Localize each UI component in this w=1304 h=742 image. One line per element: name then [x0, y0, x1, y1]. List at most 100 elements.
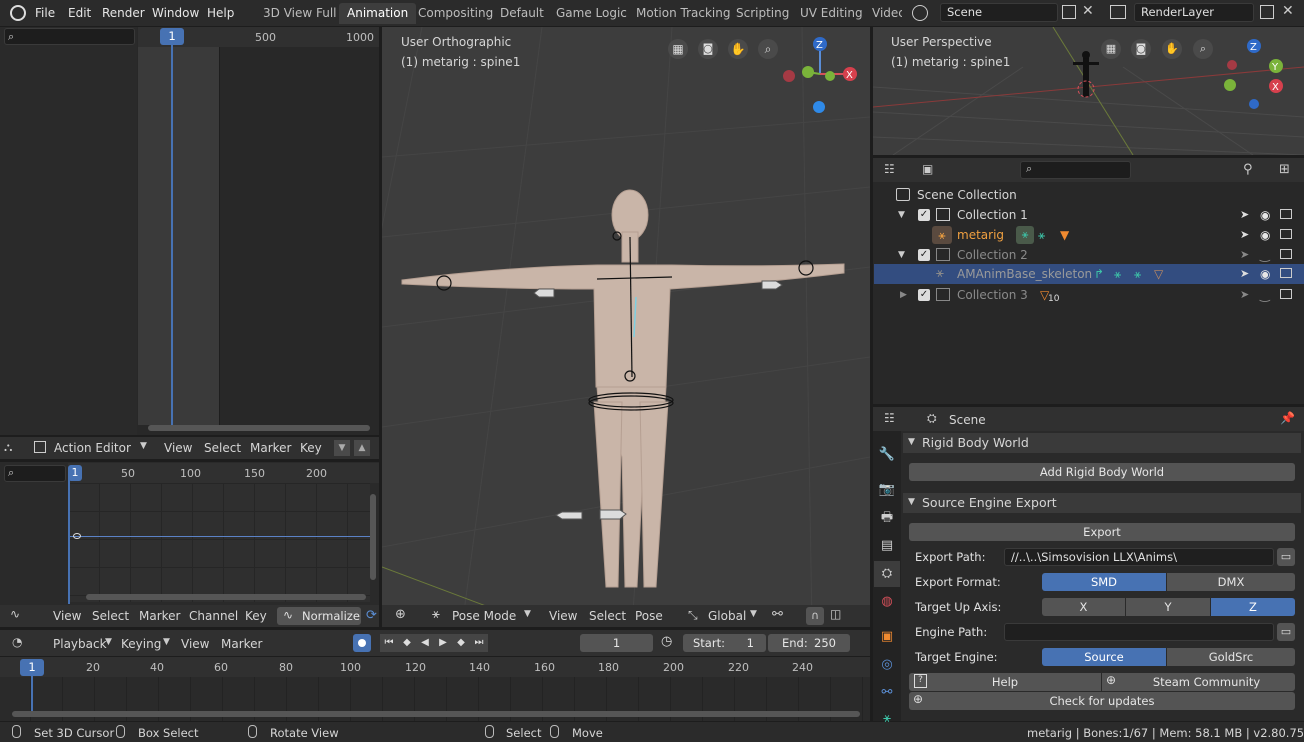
render-layer-selector[interactable]: RenderLayer [1134, 3, 1254, 22]
new-collection-icon[interactable]: ⊞ [1279, 162, 1290, 177]
camera-icon[interactable]: ◙ [1131, 39, 1151, 59]
current-frame-field[interactable]: 1 [580, 634, 653, 652]
graph-h-scrollbar[interactable] [86, 594, 366, 600]
action-editor-mode-select[interactable]: Action Editor [54, 441, 131, 455]
render-monitor-icon[interactable] [1280, 249, 1292, 259]
engine-path-input[interactable] [1004, 623, 1274, 641]
orientation-select[interactable]: Global [708, 609, 746, 623]
editor-type-3d-icon[interactable]: ⊕ [395, 607, 406, 622]
render-monitor-icon[interactable] [1280, 268, 1292, 278]
add-rigid-body-world-button[interactable]: Add Rigid Body World [909, 463, 1295, 481]
outliner-search-input[interactable] [1020, 161, 1131, 179]
outliner-row-metarig[interactable]: ⚹ metarig ⚹ ⚹ ▼ ➤ ◉ [874, 225, 1304, 245]
menu-help[interactable]: Help [207, 3, 234, 23]
prev-key-icon[interactable]: ◆ [398, 634, 416, 652]
eye-icon[interactable]: ◉ [1260, 264, 1270, 284]
mode-select[interactable]: Pose Mode [452, 609, 516, 623]
eye-icon[interactable]: ◉ [1260, 205, 1270, 225]
engine-source-button[interactable]: Source [1042, 648, 1166, 666]
checkbox-icon[interactable]: ✓ [918, 209, 930, 221]
expand-arrow-icon[interactable]: ▼ [898, 205, 905, 225]
export-button[interactable]: Export [909, 523, 1295, 541]
tab-default[interactable]: Default [492, 3, 552, 24]
eye-closed-icon[interactable]: ‿ [1260, 285, 1270, 305]
playhead-line[interactable] [31, 676, 33, 716]
expand-arrow-icon[interactable]: ▶ [900, 285, 907, 305]
tab-game-logic[interactable]: Game Logic [548, 3, 635, 24]
expand-arrow-icon[interactable]: ▼ [898, 245, 905, 265]
timeline-menu-view[interactable]: View [181, 637, 209, 651]
graph-menu-view[interactable]: View [53, 609, 81, 623]
delete-layer-icon[interactable]: ✕ [1282, 3, 1294, 19]
play-reverse-icon[interactable]: ◀ [416, 634, 434, 652]
record-button[interactable] [353, 634, 371, 652]
start-frame-field[interactable]: Start: 1 [683, 634, 766, 652]
timeline-frame-badge[interactable]: 1 [20, 659, 44, 676]
tab-scripting[interactable]: Scripting [728, 3, 797, 24]
keyframe-point[interactable] [73, 533, 81, 539]
outliner-row-collection-2[interactable]: ▼ ✓ Collection 2 ➤ ‿ [874, 245, 1304, 265]
current-frame-badge[interactable]: 1 [160, 28, 184, 45]
proportional-edit-icon[interactable]: ◫ [830, 607, 841, 621]
graph-frame-badge[interactable]: 1 [68, 465, 82, 481]
timeline-scrollbar[interactable] [12, 711, 860, 717]
timeline-menu-keying[interactable]: Keying [121, 637, 161, 651]
main-viewport[interactable] [382, 27, 870, 627]
arrow-up-icon[interactable]: ▲ [354, 440, 370, 456]
action-menu-select[interactable]: Select [204, 441, 241, 455]
tab-3d-view-full[interactable]: 3D View Full [255, 3, 345, 24]
channel-search-input[interactable] [4, 28, 135, 45]
grid-toggle-icon[interactable]: ▦ [1101, 39, 1121, 59]
folder-icon[interactable]: ▭ [1277, 548, 1295, 566]
properties-type-icon[interactable]: ☷ [884, 411, 895, 425]
render-monitor-icon[interactable] [1280, 289, 1292, 299]
render-monitor-icon[interactable] [1280, 209, 1292, 219]
tab-uv-editing[interactable]: UV Editing [792, 3, 871, 24]
outliner-row-collection-1[interactable]: ▼ ✓ Collection 1 ➤ ◉ [874, 205, 1304, 225]
view-layer-tab-icon[interactable]: ▤ [874, 533, 900, 559]
select-arrow-icon[interactable]: ➤ [1240, 264, 1249, 284]
steam-community-button[interactable]: Steam Community [1102, 673, 1295, 691]
jump-start-icon[interactable]: ⏮ [380, 634, 398, 652]
action-menu-key[interactable]: Key [300, 441, 322, 455]
blender-logo-icon[interactable] [10, 5, 26, 21]
checkbox-icon[interactable]: ✓ [918, 249, 930, 261]
editor-type-icon[interactable]: ⛬ [4, 440, 12, 455]
object-tab-icon[interactable]: ▣ [874, 624, 900, 650]
action-menu-view[interactable]: View [164, 441, 192, 455]
select-arrow-icon[interactable]: ➤ [1240, 225, 1249, 245]
snap-icon[interactable]: ∩ [806, 607, 824, 625]
outliner-row-skeleton[interactable]: ⚹ AMAnimBase_skeleton ↱ ⚹ ⚹ ▽ ➤ ◉ [874, 264, 1304, 284]
graph-menu-select[interactable]: Select [92, 609, 129, 623]
graph-menu-channel[interactable]: Channel [189, 609, 238, 623]
viewport-menu-pose[interactable]: Pose [635, 609, 663, 623]
pivot-icon[interactable]: ⚯ [772, 607, 783, 622]
scene-tab-icon[interactable]: ⛭ [874, 561, 900, 587]
display-mode-icon[interactable]: ▣ [922, 162, 933, 176]
tab-video[interactable]: Videc [864, 3, 902, 24]
check-updates-button[interactable]: Check for updates [909, 692, 1295, 710]
render-tab-icon[interactable]: 📷 [874, 477, 900, 503]
checkbox-icon[interactable]: ✓ [918, 289, 930, 301]
tool-tab-icon[interactable]: 🔧 [874, 442, 900, 468]
viewport-menu-view[interactable]: View [549, 609, 577, 623]
next-key-icon[interactable]: ◆ [452, 634, 470, 652]
tab-animation[interactable]: Animation [339, 3, 417, 24]
menu-render[interactable]: Render [102, 3, 145, 23]
hand-pan-icon[interactable]: ✋ [1162, 39, 1182, 59]
select-arrow-icon[interactable]: ➤ [1240, 205, 1249, 225]
copy-layer-icon[interactable] [1260, 5, 1274, 19]
modifier-tab-icon[interactable]: ◎ [874, 652, 900, 678]
timeline-type-icon[interactable]: ◔ [12, 635, 22, 649]
filter-icon[interactable]: ⚲ [1243, 162, 1253, 177]
format-smd-button[interactable]: SMD [1042, 573, 1166, 591]
graph-menu-key[interactable]: Key [245, 609, 267, 623]
select-arrow-icon[interactable]: ➤ [1240, 245, 1249, 265]
end-frame-field[interactable]: End: 250 [768, 634, 850, 652]
output-tab-icon[interactable]: 🖶 [874, 505, 900, 531]
outliner-root-row[interactable]: Scene Collection [874, 185, 1304, 205]
camera-icon[interactable]: ◙ [698, 39, 718, 59]
playhead-line[interactable] [68, 474, 70, 604]
navigation-gizmo[interactable]: Z Y X [1222, 34, 1292, 114]
axis-y-button[interactable]: Y [1126, 598, 1210, 616]
